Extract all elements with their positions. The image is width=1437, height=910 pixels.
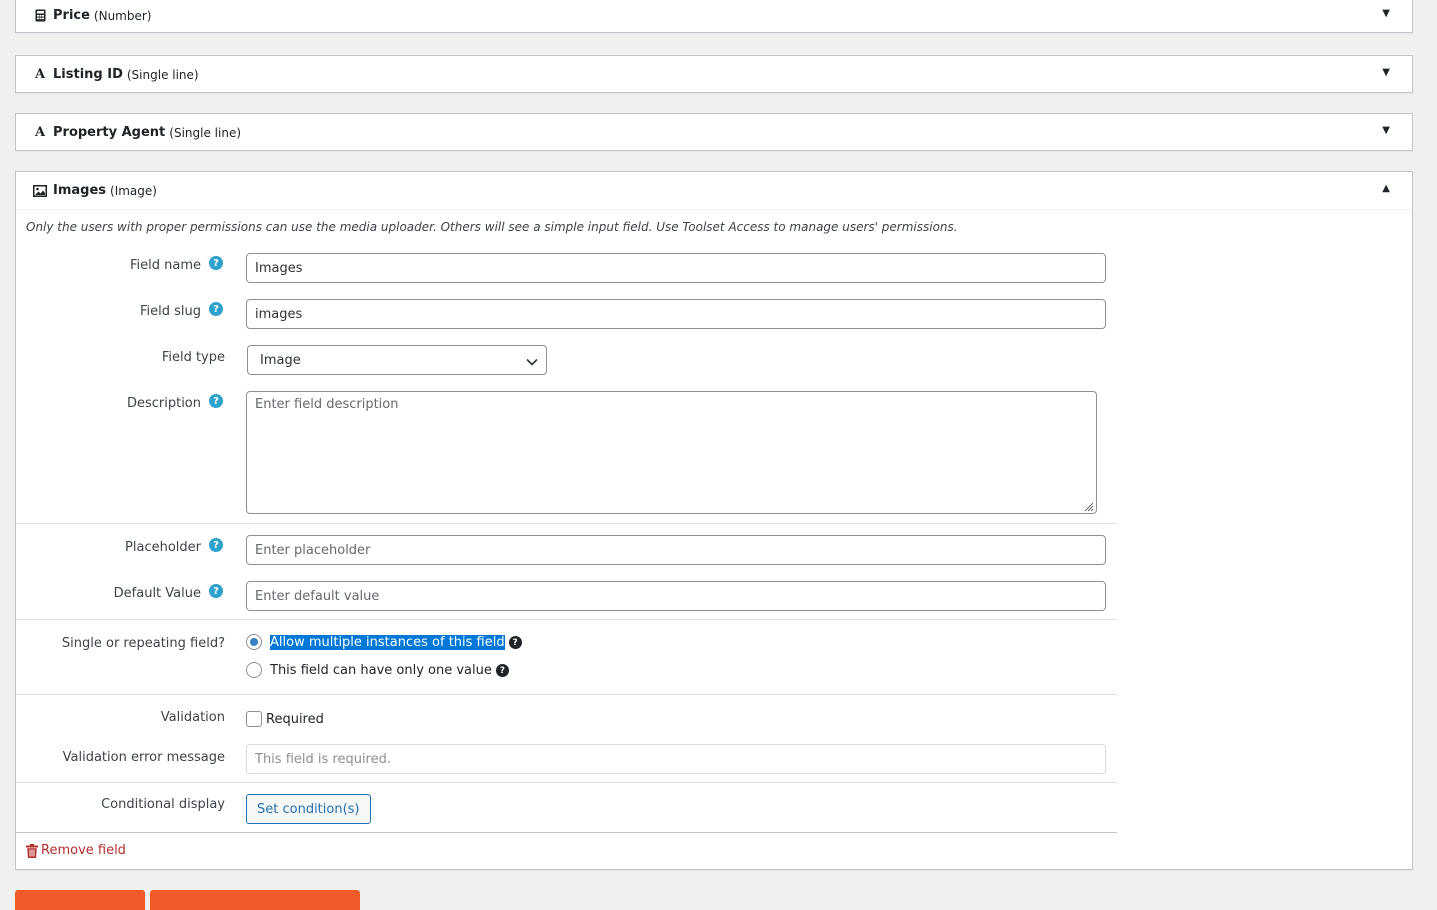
description-label: Description (126, 396, 201, 411)
help-icon[interactable]: ? (209, 302, 223, 316)
field-type-selected: Image (260, 352, 301, 368)
panel-header[interactable]: Images (Image) ▲ (16, 172, 1412, 210)
image-icon (32, 184, 48, 197)
multiple-label-text: Allow multiple instances of this field (270, 635, 505, 650)
required-checkbox[interactable] (246, 711, 262, 727)
remove-field-link[interactable]: Remove field (26, 843, 126, 858)
description-textarea[interactable]: Enter field description (246, 391, 1097, 514)
text-a-icon: A (34, 67, 46, 82)
required-label[interactable]: Required (266, 712, 324, 727)
placeholder-label: Placeholder (125, 540, 201, 555)
divider (16, 694, 1117, 695)
description-placeholder: Enter field description (255, 397, 399, 412)
help-icon[interactable]: ? (495, 664, 509, 677)
field-type-select[interactable]: Image (247, 345, 547, 375)
resize-handle-icon[interactable] (1084, 501, 1094, 512)
field-name-label: Field name (129, 258, 201, 273)
orange-button-right[interactable] (150, 890, 360, 910)
field-type-label: (Number) (93, 8, 152, 23)
permissions-notice: Only the users with proper permissions c… (26, 220, 958, 234)
help-icon[interactable]: ? (209, 584, 223, 598)
field-type-label: (Single line) (126, 67, 199, 82)
radio-single[interactable] (246, 662, 262, 678)
field-type-select-label: Field type (161, 350, 225, 365)
divider (16, 619, 1117, 620)
trash-icon (26, 843, 38, 858)
field-panel-listing-id[interactable]: A Listing ID (Single line) ▼ (15, 55, 1413, 93)
field-panel-images: Images (Image) ▲ Only the users with pro… (15, 171, 1413, 870)
divider (16, 782, 1117, 783)
text-a-icon: A (34, 125, 46, 140)
help-icon[interactable]: ? (209, 538, 223, 552)
radio-single-label[interactable]: This field can have only one value? (270, 663, 509, 678)
help-icon[interactable]: ? (209, 394, 223, 408)
validation-label: Validation (160, 710, 225, 725)
default-value-label: Default Value (113, 586, 201, 601)
caret-down-icon[interactable]: ▼ (1382, 125, 1390, 136)
placeholder-input[interactable]: Enter placeholder (246, 535, 1106, 565)
validation-msg-label: Validation error message (62, 750, 225, 765)
chevron-down-icon (526, 355, 538, 370)
field-title: Images (53, 183, 107, 198)
radio-multiple[interactable] (246, 634, 262, 650)
caret-down-icon[interactable]: ▼ (1382, 8, 1390, 19)
field-panel-property-agent[interactable]: A Property Agent (Single line) ▼ (15, 113, 1413, 151)
default-value-input[interactable]: Enter default value (246, 581, 1106, 611)
field-title: Price (53, 8, 90, 23)
single-label-text: This field can have only one value (270, 663, 492, 678)
caret-up-icon[interactable]: ▲ (1382, 183, 1390, 194)
remove-field-text: Remove field (41, 843, 126, 858)
set-conditions-button[interactable]: Set condition(s) (246, 794, 371, 824)
field-name-input[interactable]: Images (246, 253, 1106, 283)
field-slug-input[interactable]: images (246, 299, 1106, 329)
radio-multiple-label[interactable]: Allow multiple instances of this field? (270, 635, 522, 650)
conditional-label: Conditional display (101, 797, 225, 812)
orange-button-left[interactable] (15, 890, 145, 910)
field-type-label: (Image) (110, 183, 157, 198)
caret-down-icon[interactable]: ▼ (1382, 67, 1390, 78)
field-title: Listing ID (53, 67, 123, 82)
divider (16, 832, 1117, 833)
divider (16, 523, 1117, 524)
field-type-label: (Single line) (169, 125, 242, 140)
calculator-icon (32, 9, 48, 22)
validation-msg-input[interactable]: This field is required. (246, 744, 1106, 774)
field-slug-label: Field slug (139, 304, 201, 319)
help-icon[interactable]: ? (209, 256, 223, 270)
field-panel-price[interactable]: Price (Number) ▼ (15, 0, 1413, 33)
field-title: Property Agent (53, 125, 166, 140)
repeat-label: Single or repeating field? (61, 636, 225, 651)
help-icon[interactable]: ? (508, 636, 522, 649)
